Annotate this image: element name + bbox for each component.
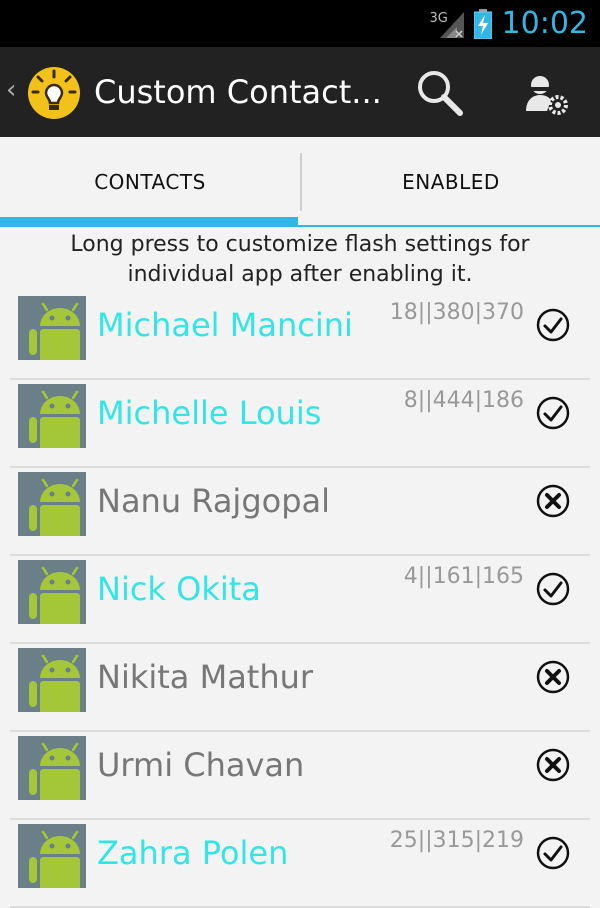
android-avatar-icon	[18, 736, 86, 800]
status-bar: 3G 10:02	[0, 0, 600, 47]
search-icon[interactable]	[410, 65, 470, 121]
contact-name: Michael Mancini	[97, 306, 353, 344]
contact-row[interactable]: Nick Okita 4||161|165	[0, 556, 600, 644]
x-circle-icon[interactable]	[536, 748, 570, 782]
android-avatar-icon	[18, 472, 86, 536]
app-bulb-icon[interactable]	[26, 65, 82, 121]
tab-selected-indicator	[0, 217, 298, 227]
android-avatar-icon	[18, 296, 86, 360]
contact-row[interactable]: Zahra Polen 25||315|219	[0, 820, 600, 908]
contact-name: Nick Okita	[97, 570, 261, 608]
contact-name: Zahra Polen	[97, 834, 289, 872]
contact-name: Nanu Rajgopal	[97, 482, 331, 520]
contact-row[interactable]: Urmi Chavan	[0, 732, 600, 820]
tab-bar: CONTACTS ENABLED	[0, 137, 600, 227]
flash-settings-stats: 18||380|370	[389, 300, 524, 325]
tab-enabled[interactable]: ENABLED	[302, 137, 600, 227]
android-avatar-icon	[18, 560, 86, 624]
contact-row[interactable]: Michael Mancini 18||380|370	[0, 292, 600, 380]
android-avatar-icon	[18, 648, 86, 712]
x-circle-icon[interactable]	[536, 660, 570, 694]
clock: 10:02	[501, 6, 588, 41]
instruction-text: Long press to customize flash settings f…	[70, 232, 530, 287]
android-avatar-icon	[18, 384, 86, 448]
check-circle-icon[interactable]	[536, 308, 570, 342]
signal-3g-icon: 3G	[430, 9, 464, 39]
contact-list: Michael Mancini 18||380|370 Michelle Louis…	[0, 292, 600, 908]
app-title: Custom Contact...	[94, 73, 382, 111]
tab-contacts[interactable]: CONTACTS	[0, 137, 300, 227]
action-bar: ‹ Custom Contact...	[0, 47, 600, 138]
flash-settings-stats: 4||161|165	[403, 564, 524, 589]
battery-charging-icon	[473, 8, 492, 39]
flash-settings-stats: 25||315|219	[389, 828, 524, 853]
check-circle-icon[interactable]	[536, 572, 570, 606]
contact-row[interactable]: Nikita Mathur	[0, 644, 600, 732]
check-circle-icon[interactable]	[536, 836, 570, 870]
contact-name: Nikita Mathur	[97, 658, 314, 696]
contact-row[interactable]: Nanu Rajgopal	[0, 468, 600, 556]
flash-settings-stats: 8||444|186	[403, 388, 524, 413]
contact-name: Urmi Chavan	[97, 746, 305, 784]
check-circle-icon[interactable]	[536, 396, 570, 430]
contact-settings-icon[interactable]	[516, 67, 576, 123]
android-avatar-icon	[18, 824, 86, 888]
back-caret-icon[interactable]: ‹	[6, 75, 16, 105]
contact-row[interactable]: Michelle Louis 8||444|186	[0, 380, 600, 468]
x-circle-icon[interactable]	[536, 484, 570, 518]
contact-name: Michelle Louis	[97, 394, 322, 432]
